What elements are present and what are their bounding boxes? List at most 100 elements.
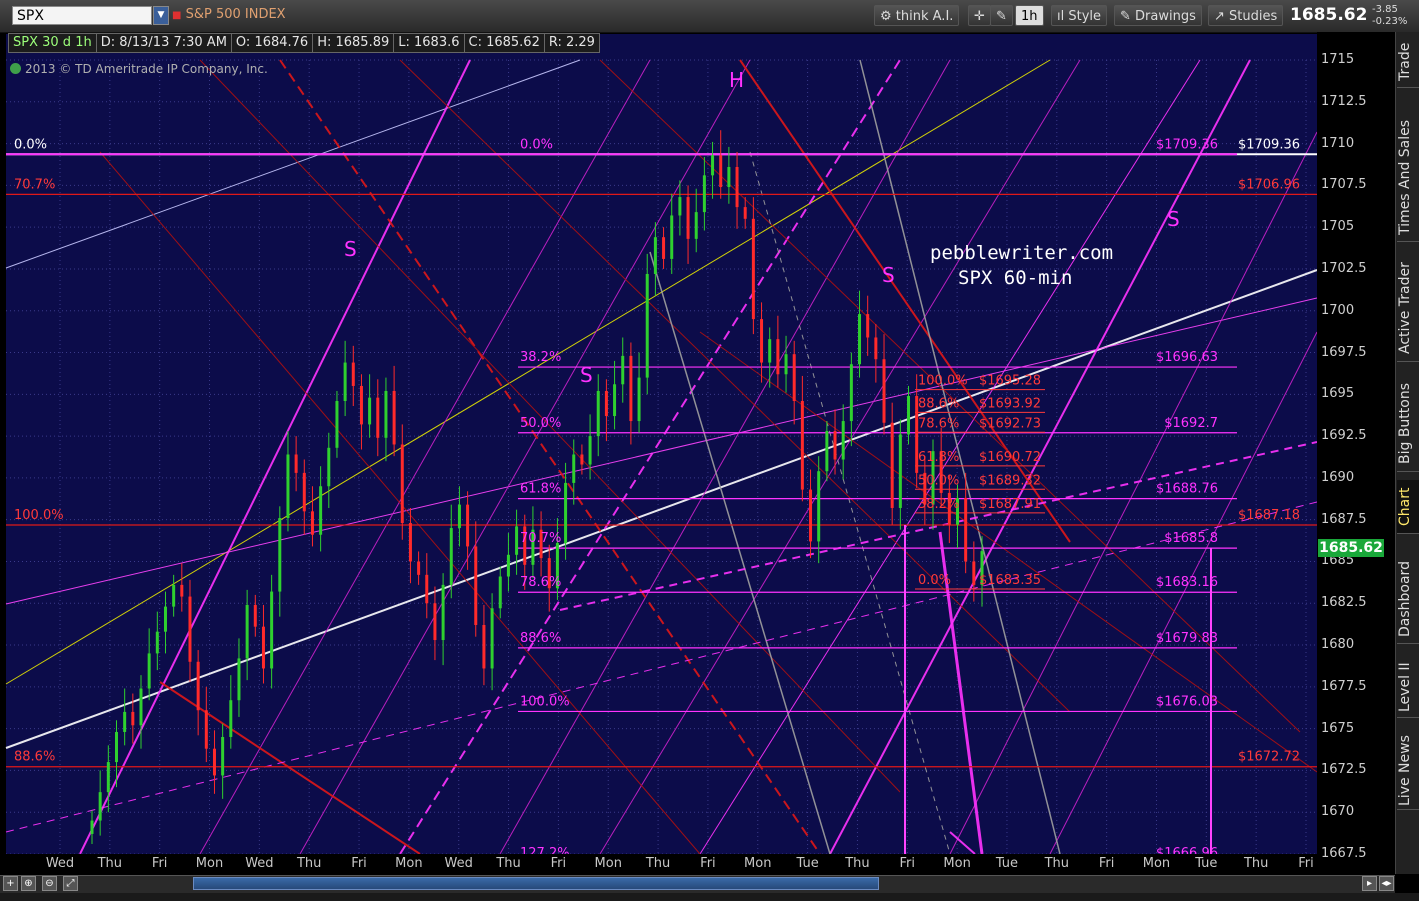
timeframe-button[interactable]: 1h — [1015, 5, 1044, 26]
settings-button[interactable]: ✎ — [990, 5, 1013, 26]
style-button[interactable]: ıl Style — [1051, 5, 1108, 26]
candle-body — [261, 626, 265, 669]
low-value: L: 1683.6 — [393, 33, 465, 53]
candle-body — [425, 574, 429, 604]
candle-body — [90, 820, 94, 834]
time-tick-label: Thu — [645, 856, 671, 871]
studies-button[interactable]: ↗ Studies — [1208, 5, 1284, 26]
candle-body — [662, 237, 666, 259]
ohlc-info-bar: SPX 30 d 1h D: 8/13/13 7:30 AM O: 1684.7… — [8, 33, 600, 53]
think-ai-button[interactable]: ⚙ think A.I. — [874, 5, 960, 26]
candle-body — [776, 339, 780, 375]
tab-level-ii[interactable]: Level II — [1397, 658, 1419, 718]
candle-body — [180, 584, 184, 597]
candle-body — [694, 212, 698, 239]
candle-body — [907, 395, 911, 435]
chart-tools-button[interactable]: ✛ — [968, 5, 991, 26]
symbol-input[interactable]: SPX — [12, 6, 152, 25]
fib-label-right: 88.6% — [520, 631, 561, 646]
price-tick-label: 1707.5 — [1321, 177, 1367, 193]
zoom-in-icon[interactable]: ⊕ — [21, 876, 36, 891]
tab-times-and-sales[interactable]: Times And Sales — [1397, 114, 1419, 242]
price-tick-label: 1672.5 — [1321, 762, 1367, 778]
candle-body — [874, 337, 878, 360]
crosshair-icon[interactable]: + — [3, 876, 18, 891]
fib-price-left: $1672.72 — [1238, 750, 1300, 765]
price-tick-label: 1687.5 — [1321, 511, 1367, 527]
fib-price-right: $1679.83 — [1156, 631, 1218, 646]
candle-body — [972, 561, 976, 585]
candle-body — [572, 454, 576, 483]
candle-body — [678, 197, 682, 216]
candle-body — [670, 215, 674, 259]
fib-price-right: $1709.36 — [1156, 137, 1218, 152]
candle-body — [245, 604, 249, 659]
fib-label-small: 100.0% — [918, 374, 968, 389]
fib-price-right: $1666.96 — [1156, 846, 1218, 854]
candle-body — [768, 339, 772, 363]
tab-dashboard[interactable]: Dashboard — [1397, 556, 1419, 644]
time-tick-label: Wed — [444, 856, 473, 871]
price-chart[interactable]: 0.0% 70.7% $1706.96 100.0% $1687.18 88.6% $167… — [0, 32, 1317, 854]
candle-body — [106, 762, 110, 793]
price-tick-label: 1695 — [1321, 386, 1355, 402]
tab-big-buttons[interactable]: Big Buttons — [1397, 376, 1419, 472]
pattern-label-s4: S — [1167, 207, 1180, 231]
candle-body — [196, 661, 200, 711]
candle-body — [270, 591, 274, 669]
tab-live-news[interactable]: Live News — [1397, 732, 1419, 810]
fib-price-right: $1683.16 — [1156, 575, 1218, 590]
time-tick-label: Mon — [943, 856, 971, 871]
time-tick-label: Tue — [995, 856, 1019, 871]
candle-body — [629, 355, 633, 422]
net-change: -3.85 — [1372, 4, 1398, 15]
time-tick-label: Tue — [1195, 856, 1218, 871]
scrollbar-thumb[interactable] — [193, 877, 879, 890]
price-tick-label: 1705 — [1321, 219, 1355, 235]
pattern-label-s2: S — [580, 363, 593, 387]
time-tick-label: Mon — [395, 856, 423, 871]
candle-body — [849, 364, 853, 422]
tab-active-trader[interactable]: Active Trader — [1397, 256, 1419, 362]
open-value: O: 1684.76 — [230, 33, 314, 53]
candle-body — [809, 489, 813, 542]
aggregation-label[interactable]: SPX 30 d 1h — [8, 33, 97, 53]
candle-body — [800, 401, 804, 490]
fib-price-small: $1692.73 — [979, 416, 1041, 431]
time-tick-label: Wed — [245, 856, 274, 871]
fib-label-right: 70.7% — [520, 531, 561, 546]
time-tick-label: Fri — [351, 856, 367, 871]
current-price-tag: 1685.62 — [1318, 539, 1384, 557]
candle-body — [392, 390, 396, 445]
status-strip — [0, 893, 1419, 901]
candle-body — [890, 422, 894, 508]
fib-price-right: $1688.76 — [1156, 482, 1218, 497]
candle-body — [833, 431, 837, 460]
time-tick-label: Mon — [594, 856, 622, 871]
fib-label-small: 78.6% — [918, 416, 959, 431]
scroll-right-icon[interactable]: ▸ — [1362, 876, 1377, 891]
drag-icon[interactable]: ⤢ — [63, 876, 78, 891]
candle-body — [637, 377, 641, 422]
crosshair-icon: ✛ — [974, 9, 985, 24]
expand-icon[interactable]: ◂▸ — [1379, 876, 1394, 891]
fib-label-right: 38.2% — [520, 350, 561, 365]
time-tick-label: Fri — [1298, 856, 1314, 871]
drawings-button[interactable]: ✎ Drawings — [1114, 5, 1202, 26]
candle-body — [400, 444, 404, 524]
candle-body — [449, 528, 453, 585]
candle-body — [253, 604, 257, 627]
time-tick-label: Thu — [1243, 856, 1269, 871]
annotation-line-2: SPX 60-min — [958, 267, 1072, 289]
candle-body — [604, 390, 608, 417]
fib-label-small: 0.0% — [918, 573, 951, 588]
fib-price-small: $1695.28 — [979, 374, 1041, 389]
candle-body — [858, 314, 862, 365]
symbol-dropdown-button[interactable]: ▼ — [153, 6, 169, 25]
tab-chart[interactable]: Chart — [1397, 480, 1419, 534]
candle-body — [302, 472, 306, 512]
candle-body — [490, 608, 494, 669]
zoom-out-icon[interactable]: ⊖ — [42, 876, 57, 891]
tab-trade[interactable]: Trade — [1397, 36, 1419, 88]
time-tick-label: Thu — [296, 856, 322, 871]
